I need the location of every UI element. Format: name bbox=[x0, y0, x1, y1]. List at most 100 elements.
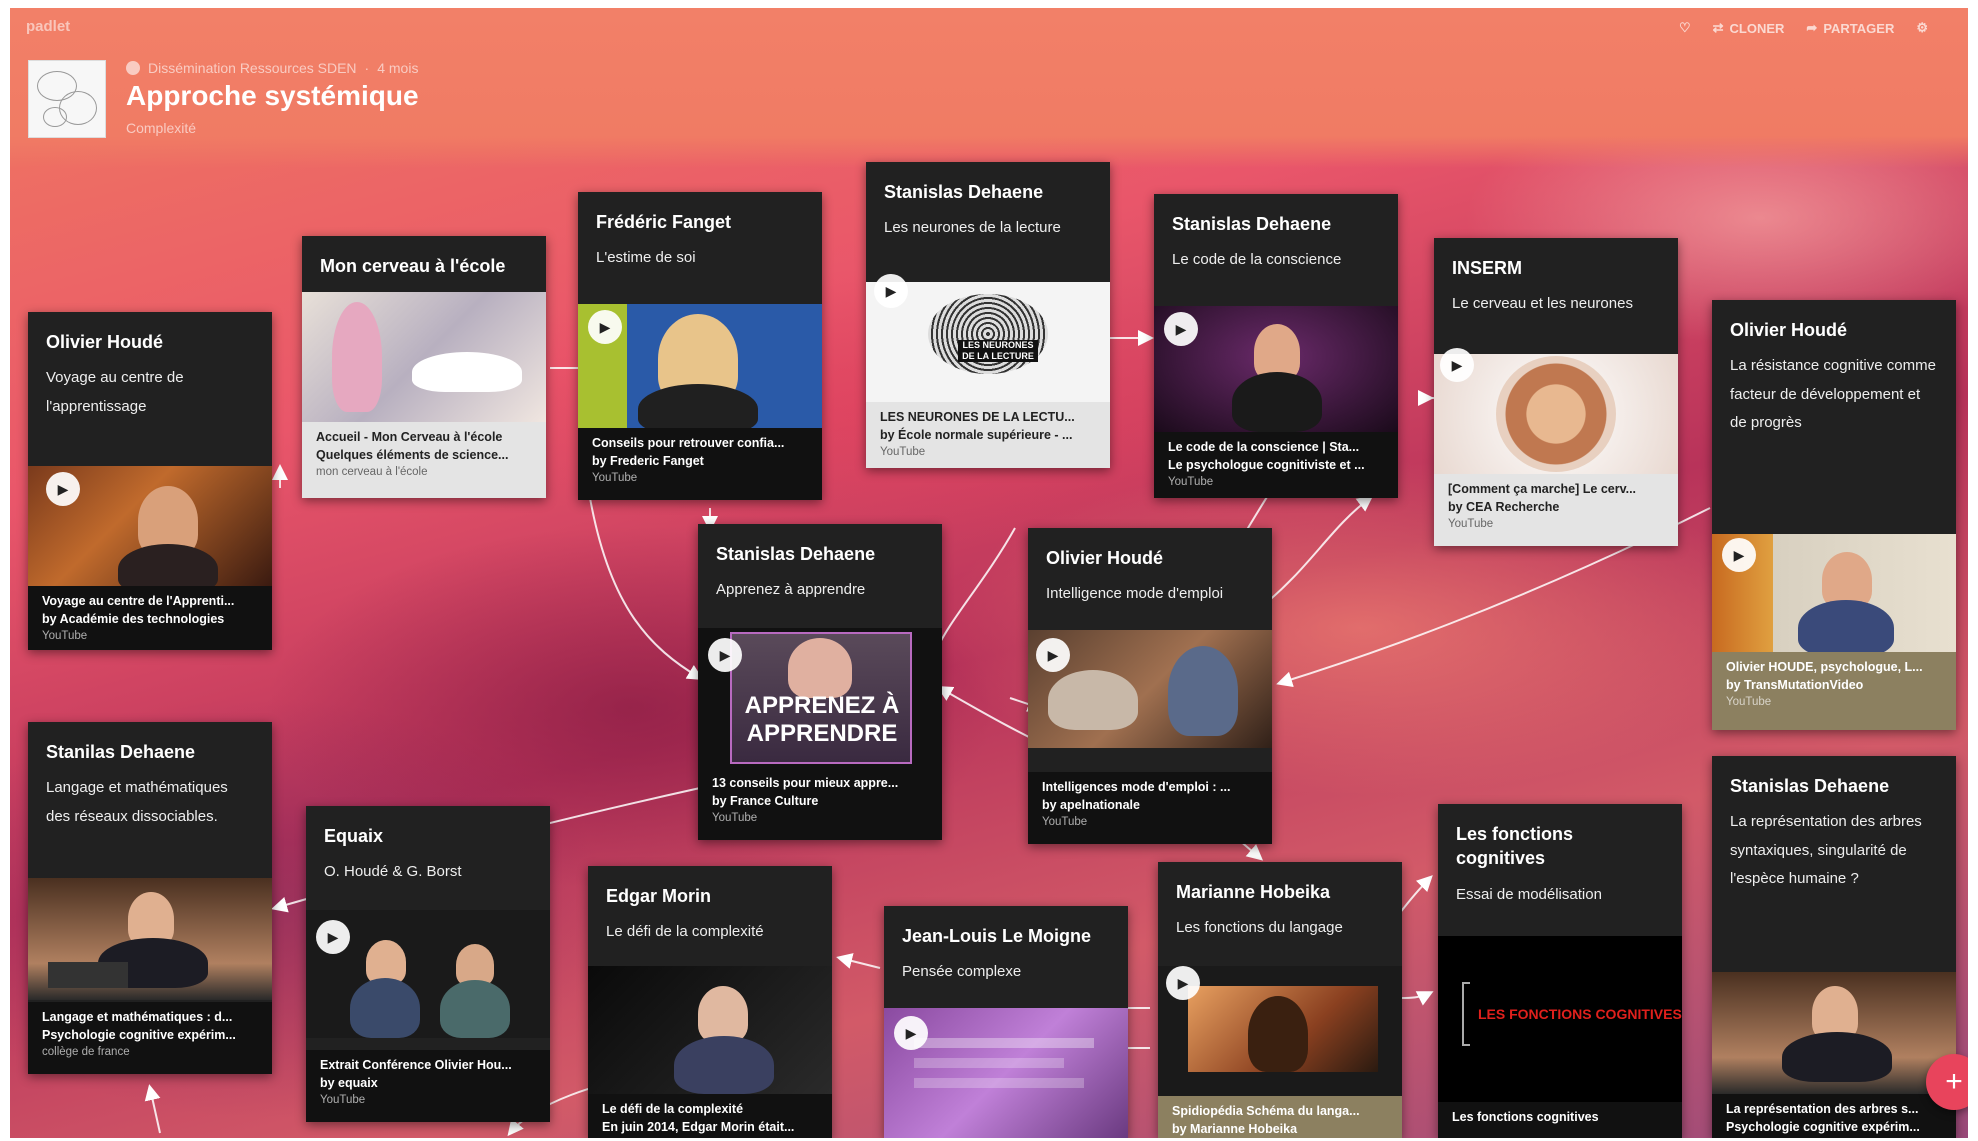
post-title: Mon cerveau à l'école bbox=[320, 256, 506, 276]
post-title: Equaix bbox=[324, 826, 384, 846]
post-title: Stanislas Dehaene bbox=[1730, 776, 1890, 796]
play-icon[interactable]: ▶ bbox=[708, 638, 742, 672]
header-actions: ♡ ⇄ CLONER ➦ PARTAGER ⚙ bbox=[1679, 20, 1928, 36]
connector bbox=[589, 497, 704, 681]
play-icon[interactable]: ▶ bbox=[894, 1016, 928, 1050]
post-title: Marianne Hobeika bbox=[1176, 882, 1331, 902]
page-title: Approche systémique bbox=[126, 80, 419, 111]
padlet-board: padlet ♡ ⇄ CLONER ➦ PARTAGER ⚙ Disséminati… bbox=[10, 8, 1968, 1138]
connector bbox=[925, 527, 1016, 691]
video-thumbnail[interactable] bbox=[1712, 972, 1956, 1094]
post-card[interactable]: Stanislas Dehaene Apprenez à apprendre A… bbox=[698, 524, 942, 840]
post-body: Pensée complexe bbox=[902, 963, 1022, 981]
page-subtitle: Complexité bbox=[126, 120, 197, 136]
play-icon[interactable]: ▶ bbox=[46, 472, 80, 506]
post-card[interactable]: Edgar Morin Le défi de la complexité Le … bbox=[588, 866, 832, 1138]
link-caption: Spidiopédia Schéma du langa... by Marian… bbox=[1158, 1096, 1402, 1138]
connector bbox=[271, 897, 311, 913]
post-card[interactable]: Equaix O. Houdé & G. Borst ▶ Extrait Con… bbox=[306, 806, 550, 1122]
connector bbox=[1399, 991, 1434, 1006]
post-card[interactable]: Olivier Houdé Intelligence mode d'emploi… bbox=[1028, 528, 1272, 844]
post-title: Stanislas Dehaene bbox=[1172, 214, 1332, 234]
connector bbox=[144, 1084, 161, 1134]
post-card[interactable]: INSERM Le cerveau et les neurones ▶ [Com… bbox=[1434, 238, 1678, 546]
link-caption: Conseils pour retrouver confia... by Fre… bbox=[578, 428, 822, 500]
play-icon[interactable]: ▶ bbox=[316, 920, 350, 954]
link-caption: Le défi de la complexité En juin 2014, E… bbox=[588, 1094, 832, 1138]
post-card[interactable]: Frédéric Fanget L'estime de soi ▶ Consei… bbox=[578, 192, 822, 500]
post-body: Essai de modélisation bbox=[1456, 885, 1602, 903]
post-title: Olivier Houdé bbox=[1730, 320, 1848, 340]
plus-icon: + bbox=[1945, 1065, 1963, 1098]
breadcrumb: Dissémination Ressources SDEN · 4 mois bbox=[126, 60, 418, 76]
link-caption: Olivier HOUDE, psychologue, L... by Tran… bbox=[1712, 652, 1956, 730]
post-body: Apprenez à apprendre bbox=[716, 581, 866, 599]
post-title: Les fonctions cognitives bbox=[1456, 824, 1574, 869]
post-body: Langage et mathématiques des réseaux dis… bbox=[46, 779, 228, 825]
play-icon[interactable]: ▶ bbox=[1166, 966, 1200, 1000]
post-title: Jean-Louis Le Moigne bbox=[902, 926, 1092, 946]
breadcrumb-time: 4 mois bbox=[377, 60, 419, 76]
post-body: O. Houdé & G. Borst bbox=[324, 863, 462, 881]
connector bbox=[836, 953, 881, 969]
post-card[interactable]: Stanislas Dehaene Le code de la conscien… bbox=[1154, 194, 1398, 498]
play-icon[interactable]: ▶ bbox=[1036, 638, 1070, 672]
link-caption: Voyage au centre de l'Apprenti... by Aca… bbox=[28, 586, 272, 650]
play-icon[interactable]: ▶ bbox=[1164, 312, 1198, 346]
post-title: Stanilas Dehaene bbox=[46, 742, 196, 762]
post-body: L'estime de soi bbox=[596, 249, 696, 267]
link-caption: 13 conseils pour mieux appre... by Franc… bbox=[698, 768, 942, 840]
post-card[interactable]: Marianne Hobeika Les fonctions du langag… bbox=[1158, 862, 1402, 1138]
connector bbox=[526, 787, 701, 833]
post-body: Voyage au centre de l'apprentissage bbox=[46, 369, 184, 415]
board-header: padlet ♡ ⇄ CLONER ➦ PARTAGER ⚙ Disséminati… bbox=[10, 8, 1968, 168]
post-card[interactable]: Olivier Houdé Voyage au centre de l'appr… bbox=[28, 312, 272, 650]
author-avatar-icon bbox=[126, 61, 140, 75]
link-caption: LES NEURONES DE LA LECTU... by École nor… bbox=[866, 402, 1110, 468]
post-body: La résistance cognitive comme facteur de… bbox=[1730, 357, 1936, 432]
post-card[interactable]: Mon cerveau à l'école Accueil - Mon Cerv… bbox=[302, 236, 546, 498]
post-card[interactable]: Stanislas Dehaene Les neurones de la lec… bbox=[866, 162, 1110, 468]
post-title: Olivier Houdé bbox=[1046, 548, 1164, 568]
breadcrumb-separator: · bbox=[364, 60, 370, 76]
padlet-logo[interactable]: padlet bbox=[26, 18, 70, 35]
play-icon[interactable]: ▶ bbox=[874, 274, 908, 308]
post-title: Edgar Morin bbox=[606, 886, 712, 906]
play-icon[interactable]: ▶ bbox=[1722, 538, 1756, 572]
board-thumbnail bbox=[28, 60, 106, 138]
link-caption: Intelligences mode d'emploi : ... by ape… bbox=[1028, 772, 1272, 844]
play-icon[interactable]: ▶ bbox=[588, 310, 622, 344]
video-thumbnail[interactable] bbox=[588, 966, 832, 1094]
post-card[interactable]: Stanislas Dehaene La représentation des … bbox=[1712, 756, 1956, 1138]
post-card[interactable]: Olivier Houdé La résistance cognitive co… bbox=[1712, 300, 1956, 730]
heart-icon[interactable]: ♡ bbox=[1679, 20, 1691, 36]
post-card[interactable]: Les fonctions cognitives Essai de modéli… bbox=[1438, 804, 1682, 1138]
post-card[interactable]: Jean-Louis Le Moigne Pensée complexe ▶ bbox=[884, 906, 1128, 1138]
link-caption: Le code de la conscience | Sta... Le psy… bbox=[1154, 432, 1398, 498]
video-thumbnail[interactable] bbox=[28, 878, 272, 1000]
post-body: Intelligence mode d'emploi bbox=[1046, 585, 1224, 603]
gear-icon[interactable]: ⚙ bbox=[1916, 20, 1928, 36]
remake-button[interactable]: ⇄ CLONER bbox=[1713, 20, 1785, 36]
link-caption: [Comment ça marche] Le cerv... by CEA Re… bbox=[1434, 474, 1678, 546]
post-body: Les fonctions du langage bbox=[1176, 919, 1343, 937]
connector bbox=[1259, 495, 1374, 609]
post-body: Le cerveau et les neurones bbox=[1452, 295, 1633, 313]
share-icon: ➦ bbox=[1806, 20, 1818, 35]
breadcrumb-author[interactable]: Dissémination Ressources SDEN bbox=[148, 60, 357, 76]
post-card[interactable]: Stanilas Dehaene Langage et mathématique… bbox=[28, 722, 272, 1074]
link-image[interactable] bbox=[302, 292, 546, 422]
link-caption: Langage et mathématiques : d... Psycholo… bbox=[28, 1002, 272, 1074]
post-title: Olivier Houdé bbox=[46, 332, 164, 352]
post-title: Stanislas Dehaene bbox=[716, 544, 876, 564]
link-caption: Extrait Conférence Olivier Hou... by equ… bbox=[306, 1050, 550, 1122]
play-icon[interactable]: ▶ bbox=[1440, 348, 1474, 382]
post-body: Le défi de la complexité bbox=[606, 923, 764, 941]
post-body: Le code de la conscience bbox=[1172, 251, 1342, 269]
link-image[interactable]: LES FONCTIONS COGNITIVES bbox=[1438, 936, 1682, 1102]
post-title: Stanislas Dehaene bbox=[884, 182, 1044, 202]
link-caption: Les fonctions cognitives bbox=[1438, 1102, 1682, 1138]
link-caption: Accueil - Mon Cerveau à l'école Quelques… bbox=[302, 422, 546, 498]
share-button[interactable]: ➦ PARTAGER bbox=[1806, 20, 1894, 36]
post-title: Frédéric Fanget bbox=[596, 212, 732, 232]
